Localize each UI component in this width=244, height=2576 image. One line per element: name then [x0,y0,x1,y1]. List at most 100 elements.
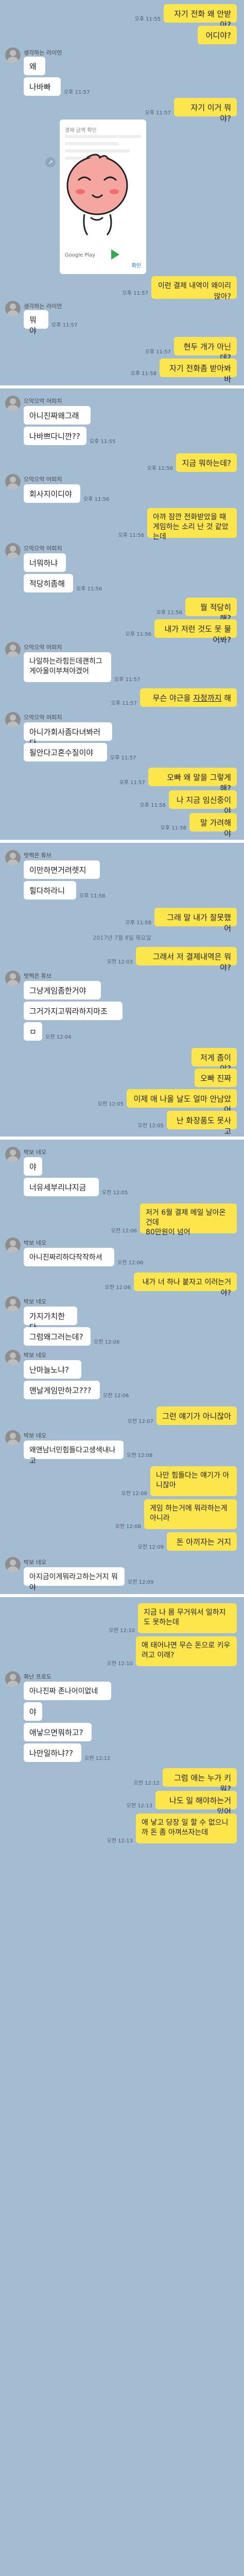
avatar[interactable] [5,474,21,489]
timestamp: 오전 12:05 [102,1190,128,1196]
avatar[interactable] [5,850,21,866]
message-bubble[interactable]: 나바쁘다니깐?? [24,427,86,445]
message-bubble[interactable]: 말 가려해야 [189,813,237,838]
screenshot-divider [0,1594,244,1597]
message-bubble[interactable]: 될안다고혼수질이야 [24,743,107,761]
avatar[interactable] [5,47,21,63]
message-bubble[interactable]: 어디야? [198,26,237,44]
timestamp: 오전 12:06 [94,1340,120,1345]
message-bubble[interactable]: 무슨 야근을 자정까지 해 [140,688,237,707]
message-bubble[interactable]: 나바빠 [24,77,61,96]
message-bubble[interactable]: 그래 말 내가 잘못했어 [154,908,237,933]
message-bubble[interactable]: 가지가치한다 [24,1307,77,1332]
message-bubble[interactable]: 난 화장품도 못사고 [167,1111,237,1136]
message-bubble[interactable]: 적당히좀해 [24,574,73,592]
message-bubble[interactable]: 게임 하는거에 뭐라하는게 아니라 [144,1499,237,1529]
message-bubble[interactable]: 그럼왜그러는데? [24,1327,91,1346]
message-bubble[interactable]: 오빠 왜 말을 그렇게 해? [148,768,237,793]
timestamp: 오전 12:12 [133,1781,160,1786]
avatar[interactable] [5,712,21,727]
confirm-link[interactable]: 확인 [132,261,141,269]
receipt-image[interactable]: 결제 금액 확인 Google Play 확인 [60,120,146,274]
avatar[interactable] [5,1296,21,1312]
message-bubble[interactable]: 현두 개가 아닌데? [174,337,237,362]
message-bubble[interactable]: 아까 잠깐 전화받았을 때 게임하는 소리 난 것 같았는데 [147,508,237,541]
message-bubble[interactable]: 왜앤남너민힘들다고생색내나고 [24,1440,124,1465]
sender-name: 박보 네오 [24,1432,46,1439]
message-bubble[interactable]: 너유세부리냐지금 [24,1178,99,1196]
message-bubble[interactable]: 자기 전화 왜 안받아? [164,4,237,29]
avatar[interactable] [5,1238,21,1253]
message-bubble[interactable]: 자기 전화좀 받아봐바 [160,359,237,384]
message-bubble[interactable]: 야 [24,1157,42,1176]
message-bubble[interactable]: 그럼 애는 누가 키워? [163,1768,237,1793]
message-bubble[interactable]: 아니진짜리하다작작하셔 [24,1248,114,1266]
message-bubble[interactable]: ㅁ [24,1022,42,1041]
message-bubble[interactable]: 애 태어나면 무슨 돈으로 키우려고 이래? [136,1636,237,1666]
message-bubble[interactable]: 너뭐하냐 [24,553,66,572]
message-bubble[interactable]: 그냥게임좀한거야 [24,981,101,999]
message-bubble[interactable]: 나도 일 해야하는거 있어 [155,1791,237,1816]
message-bubble[interactable]: 그래서 저 결제내역은 뭐야? [136,947,237,972]
sender-name: 으악으악 어피치 [24,644,62,651]
message-bubble[interactable]: 난마늘노냐? [24,1360,81,1379]
message-bubble[interactable]: 내가 저런 것도 못 물어봐? [154,619,237,645]
avatar[interactable] [5,301,21,316]
message-bubble[interactable]: 지금 나 몸 무거워서 일하지도 못하는데 [138,1603,237,1633]
message-bubble[interactable]: 나만 힘들다는 얘기가 아니잖아 [150,1466,237,1496]
avatar[interactable] [5,543,21,558]
message-bubble[interactable]: 이런 결제 내역이 왜이리 많아? [151,276,237,301]
message-bubble[interactable]: 아나진짜 존나어이없네 [24,1682,111,1700]
timestamp: 오전 12:07 [127,1419,153,1425]
timestamp: 오후 11:57 [114,677,141,683]
message-text: 해 [221,693,231,703]
message-bubble[interactable]: 그런 얘기가 아니잖아 [156,1406,237,1425]
avatar[interactable] [5,1430,21,1446]
message-bubble[interactable]: 아니가회사좀다녀봐러다 [24,722,112,748]
timestamp: 오전 12:06 [111,1228,137,1234]
timestamp: 오전 12:04 [45,1035,72,1040]
avatar[interactable] [5,1350,21,1365]
message-bubble[interactable]: 맨날게임만하고??? [24,1381,100,1399]
message-bubble[interactable]: 힐다하라니 [24,881,76,900]
avatar[interactable] [5,971,21,986]
avatar[interactable] [5,1147,21,1162]
timestamp: 오전 12:06 [117,1260,144,1266]
message-bubble[interactable]: 애 낳고 당장 일 할 수 없으니까 돈 좀 아껴쓰자는데 [136,1814,237,1843]
message-bubble[interactable]: 왜 [24,57,45,75]
message-bubble[interactable]: 지금 뭐하는데? [176,453,237,472]
timestamp: 오전 12:10 [109,1628,135,1634]
message-bubble[interactable]: 오빠 진짜 [195,1069,237,1087]
message-bubble[interactable]: 회사지이디야 [24,484,80,503]
message-bubble[interactable]: 뭐야 [24,310,48,335]
message-bubble[interactable]: 그거가지고뭐라하지마조 [24,1002,123,1020]
message-bubble[interactable]: 아지금이게뭐라고하는거지 뭐야 [24,1567,125,1592]
message-bubble[interactable]: 아니진짜왜그래 [24,406,91,425]
message-bubble[interactable]: 자기 이거 뭐야? [174,98,237,123]
avatar[interactable] [5,1557,21,1572]
message-bubble[interactable]: 야 [24,1702,42,1721]
timestamp: 오후 11:57 [119,780,145,786]
sender-name: 으악으악 어피치 [24,476,62,483]
share-icon[interactable]: ↗ [45,157,56,167]
sender-name: 박보 네오 [24,1240,46,1246]
message-bubble[interactable]: 이제 애 나올 날도 얼마 안남았어 [127,1089,237,1114]
sender-name: 박보 네오 [24,1149,46,1156]
message-bubble[interactable]: 저게 좀이야? [191,1048,237,1073]
message-bubble[interactable]: 저거 6월 결제 메일 날아온건데 80만원이 넘어 [140,1204,237,1236]
message-bubble[interactable]: 애낳으면뭐하고? [24,1723,92,1741]
timestamp: 오후 11:56 [147,466,173,471]
avatar[interactable] [5,642,21,657]
message-bubble[interactable]: 나만일하냐?? [24,1743,81,1762]
message-bubble[interactable]: 나일하는라힘든데괜히그게아울이부쳐야겠어 [24,652,111,682]
timestamp: 오후 11:55 [134,16,161,22]
message-bubble[interactable]: 나 지금 임신중이야 [169,790,237,816]
message-bubble[interactable]: 이만하면거려렛지 [24,860,100,879]
avatar[interactable] [5,1671,21,1687]
message-bubble[interactable]: 내가 너 하나 붙자고 이러는거야? [134,1273,237,1297]
avatar[interactable] [5,396,21,411]
message-bubble[interactable]: 뭘 적당히 해? [185,598,237,623]
message-bubble[interactable]: 돈 아끼자는 거지 [167,1532,237,1551]
message-text: 무슨 야근을 [152,693,194,703]
timestamp: 오전 12:09 [128,1580,154,1585]
